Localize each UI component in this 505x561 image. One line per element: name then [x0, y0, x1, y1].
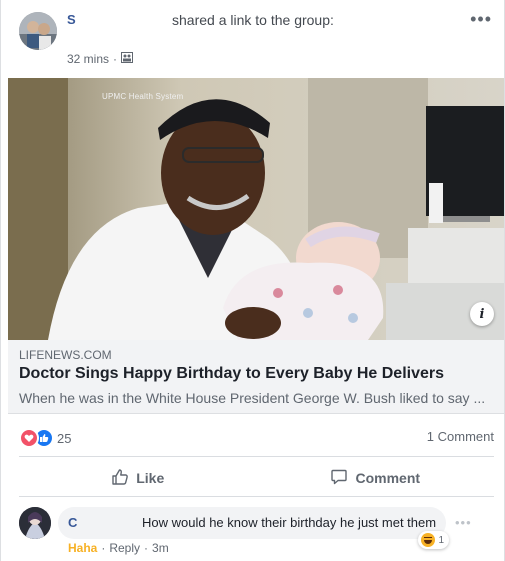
comment-button[interactable]: Comment — [257, 460, 495, 496]
haha-reaction-link[interactable]: Haha — [68, 541, 97, 555]
reaction-summary[interactable]: 25 — [19, 428, 71, 448]
meta-separator: · — [113, 52, 118, 66]
comment-label: Comment — [355, 470, 421, 486]
comment-reaction[interactable]: 1 — [418, 531, 449, 549]
comment-time[interactable]: 3m — [152, 541, 169, 555]
meta-separator: · — [101, 541, 106, 555]
reaction-count: 25 — [57, 430, 72, 446]
comment-bubble: C How would he know their birthday he ju… — [58, 507, 449, 549]
poster-name[interactable]: S — [67, 12, 76, 27]
shared-suffix: to the group: — [251, 12, 334, 28]
shared-link[interactable]: link — [230, 12, 251, 28]
comment-count[interactable]: 1 Comment — [427, 429, 494, 444]
shared-prefix: shared a — [172, 12, 231, 28]
post-image[interactable]: UPMC Health System i — [8, 78, 504, 340]
info-icon[interactable]: i — [470, 302, 494, 326]
haha-icon — [421, 533, 436, 547]
like-label: Like — [136, 470, 165, 486]
commenter-name[interactable]: C — [68, 515, 77, 530]
group-icon[interactable] — [121, 52, 134, 66]
comment-text: How would he know their birthday he just… — [142, 515, 437, 530]
commenter-avatar[interactable] — [19, 507, 51, 539]
link-description: When he was in the White House President… — [19, 390, 486, 406]
post-time[interactable]: 32 mins — [67, 52, 109, 66]
image-watermark: UPMC Health System — [102, 92, 184, 101]
poster-avatar[interactable] — [19, 12, 57, 50]
divider — [19, 456, 494, 457]
comment-outline-icon — [330, 468, 348, 489]
like-outline-icon — [111, 468, 129, 489]
link-headline[interactable]: Doctor Sings Happy Birthday to Every Bab… — [19, 365, 444, 383]
post-actions: Like Comment — [19, 460, 494, 496]
post-meta: 32 mins · — [67, 52, 134, 66]
divider — [19, 496, 494, 497]
link-preview[interactable]: LIFENEWS.COM Doctor Sings Happy Birthday… — [8, 340, 504, 414]
reply-link[interactable]: Reply — [109, 541, 140, 555]
like-button[interactable]: Like — [19, 460, 257, 496]
shared-text: shared a link to the group: — [172, 12, 334, 28]
comment-more-icon[interactable]: ••• — [455, 515, 472, 530]
link-domain: LIFENEWS.COM — [19, 348, 112, 362]
more-dots-icon[interactable]: ••• — [470, 9, 492, 30]
post-card: S shared a link to the group: 32 mins · … — [0, 0, 505, 561]
comment-reaction-count: 1 — [438, 534, 444, 546]
comment-meta: Haha · Reply · 3m — [68, 541, 169, 555]
meta-separator: · — [144, 541, 149, 555]
love-icon — [19, 428, 39, 448]
